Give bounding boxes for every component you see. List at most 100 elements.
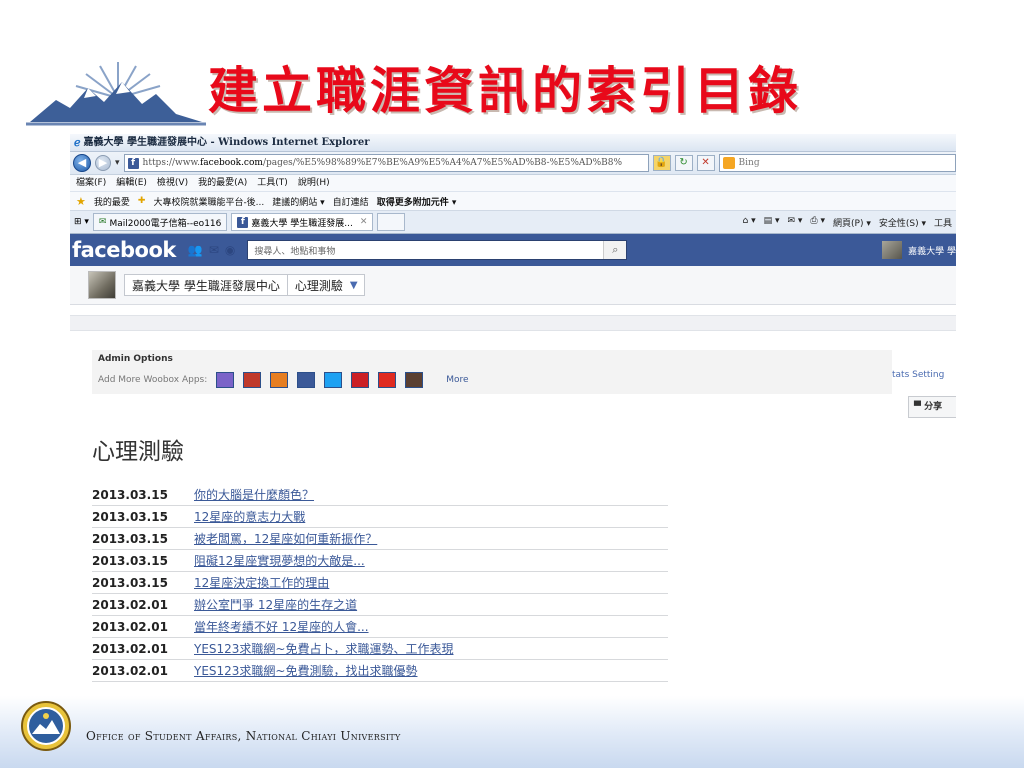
list-item: 2013.03.15 你的大腦是什麼顏色？ [92, 484, 668, 506]
post-date: 2013.02.01 [92, 597, 168, 612]
favorite-link-suggested[interactable]: 建議的網站 ▾ [272, 195, 324, 208]
window-title: 嘉義大學 學生職涯發展中心 - Windows Internet Explore… [83, 137, 370, 148]
facebook-favicon-icon: f [127, 157, 139, 169]
browser-screenshot: ℯ 嘉義大學 學生職涯發展中心 - Windows Internet Explo… [70, 134, 956, 684]
woobox-app-3-icon[interactable] [270, 372, 289, 388]
post-date: 2013.02.01 [92, 663, 168, 678]
page-thumbnail[interactable] [88, 271, 116, 299]
instagram-app-icon[interactable] [405, 372, 424, 388]
tab-mail2000[interactable]: ✉ Mail2000電子信箱--eo116 [92, 213, 228, 231]
mail-icon[interactable]: ✉ ▾ [788, 216, 803, 229]
facebook-top-bar: facebook 👥 ✉ ◉ 搜尋人、地點和事物 ⌕ 嘉義大學 學 [70, 234, 956, 266]
post-date: 2013.03.15 [92, 575, 168, 590]
search-engine-label: Bing [738, 158, 760, 168]
pinterest-app-icon[interactable] [351, 372, 370, 388]
facebook-logo[interactable]: facebook [70, 238, 176, 262]
bing-icon [722, 157, 735, 169]
page-menu[interactable]: 網頁(P) ▾ [833, 216, 871, 229]
history-dropdown-icon[interactable]: ▾ [115, 158, 120, 168]
safety-menu[interactable]: 安全性(S) ▾ [879, 216, 926, 229]
post-link[interactable]: 被老闆罵，12星座如何重新振作？ [194, 530, 377, 547]
tab-facebook-page[interactable]: f 嘉義大學 學生職涯發展... ✕ [231, 213, 374, 231]
post-date: 2013.02.01 [92, 641, 168, 656]
search-box[interactable]: Bing [718, 154, 956, 172]
back-button[interactable]: ◀ [73, 154, 91, 172]
post-link[interactable]: YES123求職網~免費占卜，求職運勢、工作表現 [194, 640, 454, 657]
feeds-icon[interactable]: ▤ ▾ [764, 216, 780, 229]
more-apps-link[interactable]: More [446, 375, 468, 385]
refresh-icon[interactable]: ↻ [674, 155, 693, 171]
post-date: 2013.02.01 [92, 619, 168, 634]
menu-favorites[interactable]: 我的最愛(A) [198, 175, 247, 191]
favorite-link-platform[interactable]: 大專校院就業職能平台-後... [153, 195, 264, 208]
woobox-app-1-icon[interactable] [216, 372, 235, 388]
url-prefix: https://www. [142, 158, 200, 168]
menu-view[interactable]: 檢視(V) [157, 175, 188, 191]
list-item: 2013.02.01 YES123求職網~免費占卜，求職運勢、工作表現 [92, 638, 668, 660]
favorites-label[interactable]: 我的最愛 [94, 195, 130, 208]
menu-file[interactable]: 檔案(F) [76, 175, 106, 191]
menu-edit[interactable]: 編輯(E) [116, 175, 147, 191]
youtube-app-icon[interactable] [378, 372, 397, 388]
stop-icon[interactable]: ✕ [696, 155, 715, 171]
notifications-icon[interactable]: ◉ [225, 243, 235, 257]
footer-text: Office of Student Affairs, National Chia… [86, 729, 401, 743]
favorite-link-addons[interactable]: 取得更多附加元件 ▾ [377, 195, 457, 208]
mountain-sun-logo [26, 62, 206, 126]
tools-menu[interactable]: 工具 [934, 216, 952, 229]
menu-help[interactable]: 說明(H) [298, 175, 330, 191]
close-tab-icon[interactable]: ✕ [360, 217, 368, 227]
breadcrumb-app[interactable]: 心理測驗 [288, 277, 350, 294]
friend-requests-icon[interactable]: 👥 [188, 243, 203, 257]
list-item: 2013.03.15 12星座決定換工作的理由 [92, 572, 668, 594]
menu-bar: 檔案(F) 編輯(E) 檢視(V) 我的最愛(A) 工具(T) 說明(H) [70, 175, 956, 192]
post-link[interactable]: 當年終考績不好 12星座的人會... [194, 618, 369, 635]
post-link[interactable]: 辦公室鬥爭 12星座的生存之道 [194, 596, 357, 613]
print-icon[interactable]: ⎙ ▾ [810, 216, 825, 229]
chevron-down-icon[interactable]: ▼ [350, 280, 364, 291]
lock-icon[interactable]: 🔒 [652, 155, 671, 171]
share-label: 分享 [924, 402, 943, 412]
home-icon[interactable]: ⌂ ▾ [743, 216, 756, 229]
menu-tools[interactable]: 工具(T) [257, 175, 288, 191]
post-link[interactable]: 12星座的意志力大戰 [194, 508, 305, 525]
university-seal-icon [21, 701, 71, 751]
tab-mail-label: Mail2000電子信箱--eo116 [109, 218, 222, 229]
breadcrumb-page[interactable]: 嘉義大學 學生職涯發展中心 [125, 277, 287, 294]
user-avatar[interactable] [882, 241, 903, 259]
user-name[interactable]: 嘉義大學 學 [908, 244, 956, 257]
ie-logo-icon: ℯ [74, 136, 81, 149]
post-date: 2013.03.15 [92, 531, 168, 546]
list-item: 2013.02.01 辦公室鬥爭 12星座的生存之道 [92, 594, 668, 616]
add-favorite-icon[interactable]: ✚ [138, 196, 146, 206]
slide-title: 建立職涯資訊的索引目錄 [208, 61, 802, 120]
post-date: 2013.03.15 [92, 487, 168, 502]
post-date: 2013.03.15 [92, 553, 168, 568]
address-bar[interactable]: f https://www.facebook.com/pages/%E5%98%… [123, 154, 649, 172]
new-tab-button[interactable] [377, 213, 406, 231]
post-link[interactable]: 你的大腦是什麼顏色？ [194, 486, 314, 503]
woobox-app-2-icon[interactable] [243, 372, 262, 388]
post-link[interactable]: YES123求職網~免費測驗，找出求職優勢 [194, 662, 418, 679]
facebook-user[interactable]: 嘉義大學 學 [882, 241, 956, 259]
twitter-app-icon[interactable] [324, 372, 343, 388]
quick-tabs-icon[interactable]: ⊞ ▾ [74, 217, 89, 227]
facebook-search-input[interactable]: 搜尋人、地點和事物 ⌕ [247, 240, 628, 260]
forward-button[interactable]: ▶ [95, 155, 111, 171]
admin-options-panel: Admin Options Add More Woobox Apps: More [92, 350, 892, 394]
stats-settings-links[interactable]: tats Setting [892, 370, 944, 380]
woobox-app-4-icon[interactable] [297, 372, 316, 388]
share-button[interactable]: ▀ 分享 [908, 396, 956, 418]
messages-icon[interactable]: ✉ [209, 243, 219, 257]
facebook-tab-icon: f [237, 216, 249, 228]
address-row: ◀ ▶ ▾ f https://www.facebook.com/pages/%… [70, 152, 956, 175]
post-list: 2013.03.15 你的大腦是什麼顏色？ 2013.03.15 12星座的意志力大… [92, 484, 668, 682]
post-link[interactable]: 阻礙12星座實現夢想的大敵是... [194, 552, 365, 569]
divider-band [70, 315, 956, 331]
favorite-link-custom[interactable]: 自訂連結 [333, 195, 369, 208]
search-icon[interactable]: ⌕ [603, 241, 627, 259]
list-item: 2013.02.01 YES123求職網~免費測驗，找出求職優勢 [92, 660, 668, 682]
post-link[interactable]: 12星座決定換工作的理由 [194, 574, 329, 591]
list-item: 2013.03.15 12星座的意志力大戰 [92, 506, 668, 528]
list-item: 2013.02.01 當年終考績不好 12星座的人會... [92, 616, 668, 638]
